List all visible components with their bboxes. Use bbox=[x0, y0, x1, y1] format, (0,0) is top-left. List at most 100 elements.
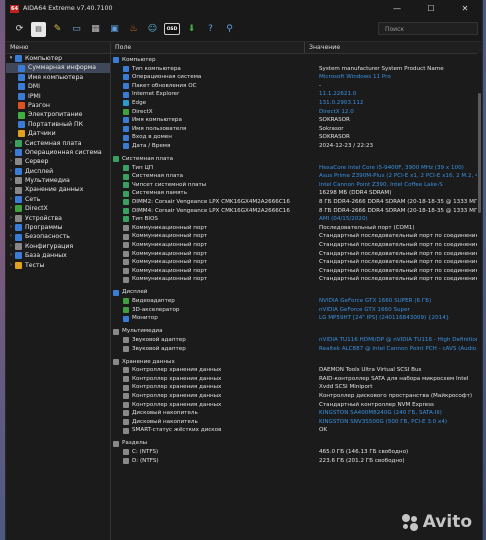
maximize-button[interactable]: ☐ bbox=[414, 0, 448, 17]
expand-arrow-icon[interactable]: › bbox=[7, 214, 15, 223]
table-row[interactable]: Edge 131.0.2903.112 bbox=[111, 99, 482, 108]
tree-item[interactable]: › Операционная система bbox=[6, 148, 110, 157]
table-row[interactable]: Коммуникационный порт Стандартный последо… bbox=[111, 267, 482, 276]
minimize-button[interactable]: — bbox=[380, 0, 414, 17]
table-row[interactable]: Коммуникационный порт Последовательный по… bbox=[111, 224, 482, 233]
table-row[interactable]: Контроллер хранения данных Xvdd SCSI Mini… bbox=[111, 383, 482, 392]
section-header-row[interactable]: Компьютер bbox=[111, 56, 482, 65]
download-icon[interactable]: ⬇ bbox=[184, 22, 199, 37]
expand-arrow-icon[interactable]: › bbox=[7, 167, 15, 176]
value-link[interactable]: Asus Prime Z390M-Plus (2 PCI-E x1, 2 PCI… bbox=[317, 172, 482, 181]
value-link[interactable]: KINGSTON SA400M8240G (240 ГБ, SATA-III) bbox=[317, 409, 482, 418]
value-link[interactable]: DirectX 12.0 bbox=[317, 108, 482, 117]
table-row[interactable]: 3D-акселератор nVIDIA GeForce GTX 1660 Su… bbox=[111, 306, 482, 315]
value-link[interactable]: HexaCore Intel Core i5-9400F, 3900 MHz (… bbox=[317, 164, 482, 173]
table-row[interactable]: Контроллер хранения данных Контроллер дис… bbox=[111, 392, 482, 401]
tree-item[interactable]: › Безопасность bbox=[6, 232, 110, 241]
table-row[interactable]: Звуковой адаптер nVIDIA TU116 HDMI/DP @ n… bbox=[111, 336, 482, 345]
table-row[interactable]: Коммуникационный порт Стандартный последо… bbox=[111, 232, 482, 241]
tree-item[interactable]: Датчики bbox=[6, 129, 110, 138]
table-row[interactable]: Тип ЦП HexaCore Intel Core i5-9400F, 3900… bbox=[111, 164, 482, 173]
chip-icon[interactable]: ▦ bbox=[88, 22, 103, 37]
table-row[interactable]: Имя пользователя Sokrasor bbox=[111, 125, 482, 134]
osd-button[interactable]: OSD bbox=[164, 23, 180, 35]
value-link[interactable]: KINGSTON SNV3S500G (500 ГБ, PCI-E 3.0 x4… bbox=[317, 418, 482, 427]
table-row[interactable]: DIMM4: Corsair Vengeance LPX CMK16GX4M2A… bbox=[111, 207, 482, 216]
tree-item[interactable]: › База данных bbox=[6, 251, 110, 260]
table-row[interactable]: Тип BIOS AMI (04/15/2020) bbox=[111, 215, 482, 224]
help-icon[interactable]: ? bbox=[203, 22, 218, 37]
tree-item[interactable]: Суммарная информа bbox=[6, 63, 110, 73]
table-row[interactable]: Контроллер хранения данных RAID-контролле… bbox=[111, 375, 482, 384]
search-input[interactable]: Поиск bbox=[378, 22, 478, 35]
expand-arrow-icon[interactable]: › bbox=[7, 139, 15, 148]
table-row[interactable]: Операционная система Microsoft Windows 11… bbox=[111, 73, 482, 82]
table-row[interactable]: Коммуникационный порт Стандартный последо… bbox=[111, 258, 482, 267]
table-row[interactable]: Системная плата Asus Prime Z390M-Plus (2 … bbox=[111, 172, 482, 181]
table-row[interactable]: Тип компьютера System manufacturer System… bbox=[111, 65, 482, 74]
tree-item[interactable]: › Сервер bbox=[6, 157, 110, 166]
tree-item[interactable]: › Тесты bbox=[6, 261, 110, 270]
value-link[interactable]: Microsoft Windows 11 Pro bbox=[317, 73, 482, 82]
tree-item[interactable]: DMI bbox=[6, 82, 110, 91]
vertical-scrollbar[interactable] bbox=[477, 53, 482, 540]
tree-item[interactable]: Разгон bbox=[6, 101, 110, 110]
wand-icon[interactable]: ✎ bbox=[50, 22, 65, 37]
tree-item[interactable]: › Устройства bbox=[6, 214, 110, 223]
value-link[interactable]: 131.0.2903.112 bbox=[317, 99, 482, 108]
table-row[interactable]: Чипсет системной платы Intel Cannon Point… bbox=[111, 181, 482, 190]
value-link[interactable]: LG MP59HT [24" IPS] (240116843009) {2014… bbox=[317, 314, 482, 323]
value-column-header[interactable]: Значение bbox=[305, 42, 482, 53]
tree-item[interactable]: › Сеть bbox=[6, 195, 110, 204]
expand-arrow-icon[interactable]: ▾ bbox=[7, 54, 15, 63]
field-column-header[interactable]: Поле bbox=[111, 42, 305, 53]
table-row[interactable]: Дата / Время 2024-12-23 / 22:23 bbox=[111, 142, 482, 151]
section-header-row[interactable]: Разделы bbox=[111, 439, 482, 448]
flame-icon[interactable]: ♨ bbox=[126, 22, 141, 37]
table-row[interactable]: Монитор LG MP59HT [24" IPS] (240116843009… bbox=[111, 314, 482, 323]
table-row[interactable]: Системная память 16298 МБ (DDR4 SDRAM) bbox=[111, 189, 482, 198]
expand-arrow-icon[interactable]: › bbox=[7, 185, 15, 194]
table-row[interactable]: Пакет обновления ОС - bbox=[111, 82, 482, 91]
value-link[interactable]: Realtek ALC887 @ Intel Cannon Point PCH … bbox=[317, 345, 482, 354]
table-row[interactable]: Вход в домен SOKRASOR bbox=[111, 133, 482, 142]
user-icon[interactable]: ☺ bbox=[145, 22, 160, 37]
table-row[interactable]: SMART-статус жёстких дисков OK bbox=[111, 426, 482, 435]
value-link[interactable]: AMI (04/15/2020) bbox=[317, 215, 482, 224]
table-row[interactable]: Коммуникационный порт Стандартный последо… bbox=[111, 250, 482, 259]
tree-item[interactable]: Имя компьютера bbox=[6, 73, 110, 82]
expand-arrow-icon[interactable]: › bbox=[7, 223, 15, 232]
table-row[interactable]: C: (NTFS) 465.0 ГБ (146.13 ГБ свободно) bbox=[111, 448, 482, 457]
value-link[interactable]: NVIDIA GeForce GTX 1660 SUPER (6 ГБ) bbox=[317, 297, 482, 306]
table-row[interactable]: Видеоадаптер NVIDIA GeForce GTX 1660 SUPE… bbox=[111, 297, 482, 306]
tree-item[interactable]: IPMI bbox=[6, 92, 110, 101]
screen-icon[interactable]: ▣ bbox=[107, 22, 122, 37]
table-row[interactable]: Internet Explorer 11.1.22621.0 bbox=[111, 90, 482, 99]
table-row[interactable]: Звуковой адаптер Realtek ALC887 @ Intel C… bbox=[111, 345, 482, 354]
value-link[interactable]: nVIDIA GeForce GTX 1660 Super bbox=[317, 306, 482, 315]
expand-arrow-icon[interactable]: › bbox=[7, 176, 15, 185]
scrollbar-thumb[interactable] bbox=[478, 93, 481, 213]
section-header-row[interactable]: Дисплей bbox=[111, 288, 482, 297]
tree-item[interactable]: Портативный ПК bbox=[6, 120, 110, 129]
table-row[interactable]: Коммуникационный порт Стандартный последо… bbox=[111, 241, 482, 250]
table-row[interactable]: Дисковый накопитель KINGSTON SA400M8240G … bbox=[111, 409, 482, 418]
tree-item[interactable]: › Мультимедиа bbox=[6, 176, 110, 185]
expand-arrow-icon[interactable]: › bbox=[7, 261, 15, 270]
tree-item[interactable]: › DirectX bbox=[6, 204, 110, 213]
report-icon[interactable]: ▤ bbox=[31, 21, 46, 37]
expand-arrow-icon[interactable]: › bbox=[7, 148, 15, 157]
tree-item[interactable]: › Системная плата bbox=[6, 139, 110, 148]
tree-item[interactable]: › Программы bbox=[6, 223, 110, 232]
tree-item[interactable]: › Конфигурация bbox=[6, 242, 110, 251]
value-link[interactable]: nVIDIA TU116 HDMI/DP @ nVIDIA TU116 - Hi… bbox=[317, 336, 482, 345]
expand-arrow-icon[interactable]: › bbox=[7, 242, 15, 251]
section-header-row[interactable]: Хранение данных bbox=[111, 358, 482, 367]
expand-arrow-icon[interactable]: › bbox=[7, 204, 15, 213]
table-row[interactable]: DirectX DirectX 12.0 bbox=[111, 108, 482, 117]
expand-arrow-icon[interactable]: › bbox=[7, 157, 15, 166]
table-row[interactable]: Дисковый накопитель KINGSTON SNV3S500G (5… bbox=[111, 418, 482, 427]
tree-item[interactable]: Электропитание bbox=[6, 110, 110, 119]
table-row[interactable]: Коммуникационный порт Стандартный последо… bbox=[111, 275, 482, 284]
section-header-row[interactable]: Системная плата bbox=[111, 155, 482, 164]
